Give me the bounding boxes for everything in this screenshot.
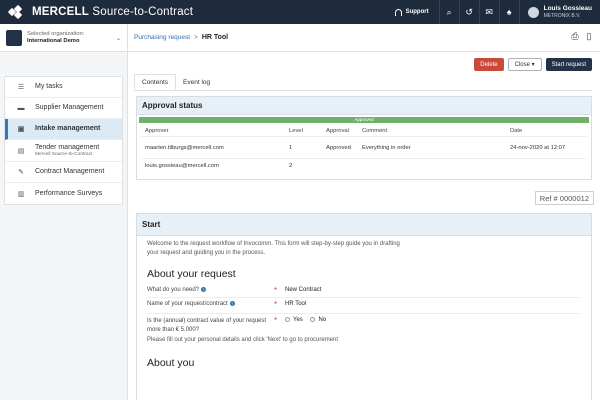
bell-icon[interactable]: ♠ — [498, 0, 519, 24]
sidebar-item-supplier-management[interactable]: ▬ Supplier Management — [5, 98, 122, 119]
truck-icon: ▬ — [17, 104, 25, 112]
breadcrumb: Purchasing request > HR Tool ⎙ ▯ — [128, 24, 600, 52]
intro-text: Welcome to the request workflow of Invoc… — [147, 241, 400, 256]
document-icon: ▤ — [17, 147, 25, 155]
start-title: Start — [137, 214, 591, 236]
tab-contents[interactable]: Contents — [134, 74, 177, 90]
pen-icon: ✎ — [18, 169, 24, 176]
sidebar-item-my-tasks[interactable]: ☰ My tasks — [5, 77, 122, 98]
user-name: Louis Gossieau — [543, 5, 592, 12]
required-icon: * — [274, 316, 278, 325]
sliders-icon: ☰ — [17, 84, 25, 91]
top-bar: MERCELL Source-to-Contract Support ⌕ ↺ ✉… — [0, 0, 600, 24]
table-header: Approver Level Approval Comment Date — [141, 125, 587, 137]
sidebar-item-performance-surveys[interactable]: ▥ Performance Surveys — [5, 183, 122, 204]
delete-button[interactable]: Delete — [474, 58, 504, 71]
chart-icon: ▥ — [17, 190, 25, 198]
search-icon[interactable]: ⌕ — [438, 0, 459, 24]
tab-divider — [134, 90, 592, 91]
mercell-logo-icon — [7, 4, 26, 20]
instruction-text: Please fill out your personal details an… — [147, 337, 339, 343]
table-row: louis.gossieau@mercell.com 2 — [145, 163, 293, 169]
history-icon[interactable]: ↺ — [458, 0, 479, 24]
section-heading-about-request: About your request — [147, 268, 236, 280]
sidebar-item-intake-management[interactable]: ▣ Intake management — [5, 119, 122, 140]
sidebar: Selected organization: International Dem… — [0, 24, 128, 400]
organization-selector[interactable]: Selected organization: International Dem… — [0, 24, 127, 52]
table-row: maarten.tilburgs@mercell.com 1 Approved … — [141, 137, 587, 159]
field-request-name: Name of your request/contract? * HR Tool — [147, 298, 581, 314]
start-panel: Start Welcome to the request workflow of… — [136, 213, 592, 400]
organization-logo — [6, 29, 22, 46]
sidebar-menu: ☰ My tasks ▬ Supplier Management ▣ Intak… — [4, 76, 123, 205]
organization-name: International Demo — [27, 37, 80, 44]
approval-status-title: Approval status — [137, 97, 591, 115]
action-buttons: Delete Close ▾ Start request — [474, 58, 592, 71]
print-icon[interactable]: ⎙ — [568, 31, 582, 42]
start-request-button[interactable]: Start request — [545, 58, 592, 71]
required-icon: * — [274, 286, 278, 295]
inbox-icon: ▣ — [17, 126, 25, 133]
reference-number: Ref # 0000012 — [534, 191, 594, 205]
tabs: Contents Event log — [134, 74, 217, 90]
sidebar-item-contract-management[interactable]: ✎ Contract Management — [5, 162, 122, 183]
field-contract-value: Is the (annual) contract value of your r… — [147, 316, 327, 333]
app-brand: MERCELL Source-to-Contract — [32, 6, 194, 18]
mail-icon[interactable]: ✉ — [478, 0, 499, 24]
user-menu[interactable]: Louis Gossieau METRONIX B.V. — [518, 0, 600, 24]
request-name-value[interactable]: HR Tool — [285, 301, 306, 307]
required-icon: * — [274, 300, 278, 309]
sidebar-item-tender-management[interactable]: ▤ Tender management Mercell Source-to-Co… — [5, 140, 122, 162]
help-icon[interactable]: ? — [229, 301, 235, 306]
help-icon[interactable]: ? — [201, 287, 207, 292]
close-dropdown-button[interactable]: Close ▾ — [507, 58, 542, 71]
status-badge: Approved — [139, 117, 589, 123]
main-content: Purchasing request > HR Tool ⎙ ▯ Delete … — [128, 24, 600, 400]
radio-no[interactable] — [310, 317, 316, 322]
headset-icon — [394, 8, 402, 16]
what-do-you-need-value[interactable]: New Contract — [285, 287, 321, 293]
page-title: HR Tool — [201, 34, 229, 41]
breadcrumb-link-purchasing-request[interactable]: Purchasing request — [134, 34, 190, 41]
tab-event-log[interactable]: Event log — [176, 74, 217, 90]
avatar — [527, 6, 539, 18]
approval-status-panel: Approval status Approved Approver Level … — [136, 96, 592, 180]
approval-table: Approver Level Approval Comment Date maa… — [141, 125, 587, 173]
support-link[interactable]: Support — [385, 0, 439, 24]
radio-yes[interactable] — [285, 317, 290, 322]
pdf-icon[interactable]: ▯ — [582, 31, 596, 42]
field-what-do-you-need: What do you need?? * New Contract — [147, 284, 581, 298]
section-heading-about-you: About you — [147, 357, 195, 369]
chevron-down-icon: ⌄ — [115, 36, 121, 42]
user-company: METRONIX B.V. — [543, 13, 581, 19]
